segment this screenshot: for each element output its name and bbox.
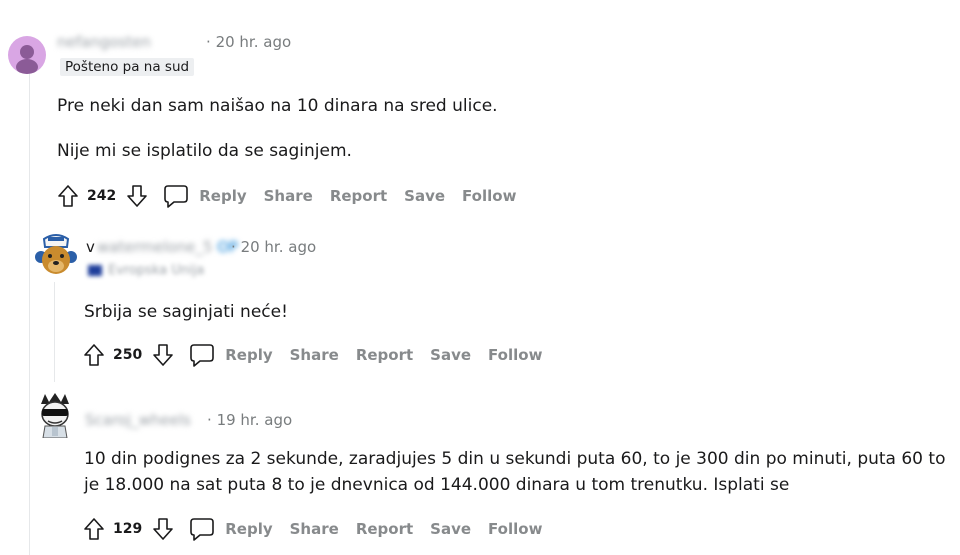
username-text: watermelone_5 — [97, 238, 213, 256]
comment-paragraph: Nije mi se isplatilo da se saginjem. — [57, 141, 352, 161]
eu-flag-icon — [88, 265, 102, 276]
thread-line-root[interactable] — [29, 72, 30, 555]
comment-paragraph: 10 din podignes za 2 sekunde, zaradjujes… — [84, 449, 946, 495]
comment-actions: 250 Reply Share Report Save Follow — [82, 340, 559, 370]
report-button[interactable]: Report — [356, 520, 413, 538]
username[interactable]: nefangosten — [57, 33, 151, 51]
avatar[interactable] — [8, 36, 46, 74]
time-text: 19 hr. ago — [216, 411, 293, 429]
timestamp[interactable]: · 19 hr. ago — [207, 411, 292, 429]
downvote-icon[interactable] — [151, 516, 175, 542]
follow-button[interactable]: Follow — [488, 346, 542, 364]
report-button[interactable]: Report — [330, 187, 387, 205]
save-button[interactable]: Save — [430, 520, 471, 538]
comment-paragraph: Srbija se saginjati neće! — [84, 302, 288, 322]
comment-actions: 129 Reply Share Report Save Follow — [82, 514, 559, 544]
follow-button[interactable]: Follow — [462, 187, 516, 205]
comment-body: 10 din podignes za 2 sekunde, zaradjujes… — [84, 446, 950, 498]
thread-line-reply[interactable] — [54, 282, 55, 382]
vote-score: 242 — [87, 188, 117, 204]
user-flair: Evropska Unija — [88, 263, 204, 278]
downvote-icon[interactable] — [125, 183, 149, 209]
upvote-icon[interactable] — [82, 342, 106, 368]
timestamp[interactable]: · 20 hr. ago — [231, 238, 316, 256]
reply-button[interactable]: Reply — [225, 346, 272, 364]
reply-icon[interactable] — [189, 343, 215, 367]
separator-dot: · — [206, 33, 211, 51]
user-flair: Pošteno pa na sud — [60, 58, 195, 76]
reply-button[interactable]: Reply — [199, 187, 246, 205]
reply-icon[interactable] — [163, 184, 189, 208]
time-text: 20 hr. ago — [215, 33, 292, 51]
comment-paragraph: Pre neki dan sam naišao na 10 dinara na … — [57, 96, 498, 116]
save-button[interactable]: Save — [404, 187, 445, 205]
separator-dot: · — [231, 238, 236, 256]
upvote-icon[interactable] — [56, 183, 80, 209]
share-button[interactable]: Share — [290, 346, 339, 364]
upvote-icon[interactable] — [82, 516, 106, 542]
username[interactable]: watermelone_5 OP — [97, 238, 238, 256]
vote-score: 250 — [113, 347, 143, 363]
downvote-icon[interactable] — [151, 342, 175, 368]
username-initial[interactable]: v — [86, 238, 95, 256]
report-button[interactable]: Report — [356, 346, 413, 364]
username[interactable]: Scaroj_wheels — [85, 411, 191, 429]
vote-score: 129 — [113, 521, 143, 537]
avatar[interactable] — [34, 233, 78, 279]
share-button[interactable]: Share — [290, 520, 339, 538]
comment-body: Pre neki dan sam naišao na 10 dinara na … — [57, 93, 498, 164]
follow-button[interactable]: Follow — [488, 520, 542, 538]
time-text: 20 hr. ago — [240, 238, 317, 256]
flair-text: Evropska Unija — [108, 263, 205, 278]
comment-body: Srbija se saginjati neće! — [84, 299, 288, 325]
save-button[interactable]: Save — [430, 346, 471, 364]
reply-icon[interactable] — [189, 517, 215, 541]
avatar[interactable] — [35, 392, 75, 438]
timestamp[interactable]: · 20 hr. ago — [206, 33, 291, 51]
comment-actions: 242 Reply Share Report Save Follow — [56, 181, 533, 211]
reply-button[interactable]: Reply — [225, 520, 272, 538]
share-button[interactable]: Share — [264, 187, 313, 205]
separator-dot: · — [207, 411, 212, 429]
